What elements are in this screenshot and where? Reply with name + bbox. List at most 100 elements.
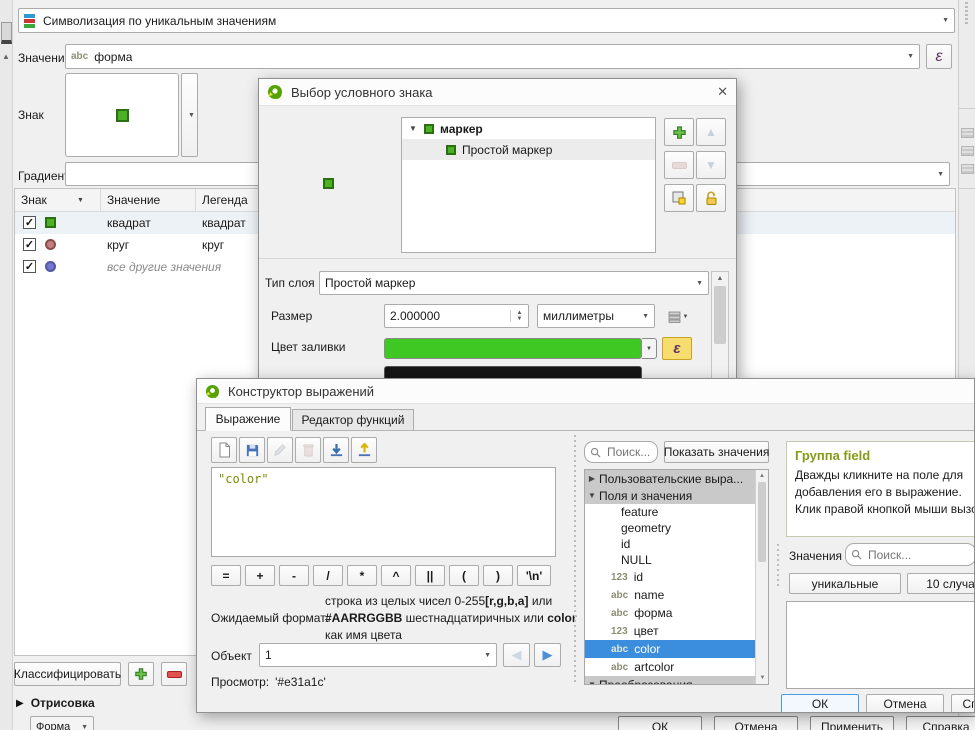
- fill-color-override-button[interactable]: ε: [662, 337, 692, 360]
- edit-expression-button[interactable]: [267, 437, 293, 463]
- operator-button[interactable]: -: [279, 565, 309, 586]
- tree-item[interactable]: geometry: [585, 520, 768, 536]
- save-expression-button[interactable]: [239, 437, 265, 463]
- close-icon[interactable]: ✕: [717, 84, 728, 100]
- render-group-header[interactable]: ▶ Отрисовка: [16, 696, 95, 710]
- fill-color-button[interactable]: [384, 338, 642, 359]
- collapsed-arrow-icon[interactable]: ▶: [585, 474, 599, 483]
- row-checkbox[interactable]: ✓: [23, 238, 36, 251]
- value-field-combo[interactable]: abc форма ▼: [65, 44, 920, 69]
- show-values-button[interactable]: Показать значения: [664, 441, 769, 463]
- expanded-arrow-icon[interactable]: ▼: [585, 491, 599, 500]
- row-checkbox[interactable]: ✓: [23, 260, 36, 273]
- symbol-tree-child[interactable]: Простой маркер: [402, 139, 655, 160]
- tree-item[interactable]: 123 цвет: [585, 622, 768, 640]
- values-list[interactable]: [786, 601, 975, 689]
- expanded-arrow-icon[interactable]: ▼: [585, 680, 599, 685]
- expression-editor[interactable]: "color": [211, 467, 556, 557]
- column-divider[interactable]: [195, 189, 196, 212]
- operator-button[interactable]: *: [347, 565, 377, 586]
- values-search-field[interactable]: [866, 547, 970, 563]
- remove-category-button[interactable]: [161, 662, 187, 686]
- column-header-value[interactable]: Значение: [107, 193, 160, 207]
- operator-button[interactable]: /: [313, 565, 343, 586]
- operator-button[interactable]: ||: [415, 565, 445, 586]
- scroll-thumb[interactable]: [758, 482, 766, 562]
- operator-button[interactable]: ): [483, 565, 513, 586]
- splitter-handle[interactable]: [777, 544, 779, 588]
- scroll-down-icon[interactable]: ▼: [756, 675, 769, 681]
- import-expressions-button[interactable]: [323, 437, 349, 463]
- next-feature-button[interactable]: ▶: [534, 643, 561, 667]
- scroll-thumb[interactable]: [714, 286, 726, 344]
- layer-type-combo[interactable]: Простой маркер ▼: [319, 271, 709, 295]
- column-header-symbol[interactable]: Знак: [21, 193, 47, 207]
- operator-button[interactable]: ^: [381, 565, 411, 586]
- properties-scrollbar[interactable]: ▲: [711, 271, 729, 379]
- remove-symbol-layer-button[interactable]: [664, 151, 694, 179]
- help-button[interactable]: Справка: [951, 694, 975, 713]
- tree-item[interactable]: abc name: [585, 586, 768, 604]
- value-expression-button[interactable]: ε: [926, 44, 952, 69]
- help-button[interactable]: Справка: [906, 716, 975, 730]
- duplicate-symbol-layer-button[interactable]: [664, 184, 694, 212]
- export-expressions-button[interactable]: [351, 437, 377, 463]
- unique-values-button[interactable]: уникальные: [789, 573, 901, 594]
- prev-feature-button[interactable]: ◀: [503, 643, 530, 667]
- values-search-input[interactable]: [845, 543, 975, 566]
- spin-arrows[interactable]: ▲ ▼: [510, 310, 528, 322]
- tree-group[interactable]: ▶ Пользовательские выра...: [585, 470, 756, 487]
- cancel-button[interactable]: Отмена: [714, 716, 798, 730]
- tab-function-editor[interactable]: Редактор функций: [292, 409, 414, 431]
- ok-button[interactable]: ОК: [618, 716, 702, 730]
- classify-button[interactable]: Классифицировать: [14, 662, 121, 686]
- column-divider[interactable]: [100, 189, 101, 212]
- operator-button[interactable]: +: [245, 565, 275, 586]
- add-symbol-layer-button[interactable]: [664, 118, 694, 146]
- tree-item[interactable]: abc artcolor: [585, 658, 768, 676]
- ok-button[interactable]: ОК: [781, 694, 859, 713]
- spin-down-icon[interactable]: ▼: [517, 316, 523, 322]
- symbol-tree-root[interactable]: ▼ маркер: [402, 118, 655, 139]
- size-spinbox[interactable]: 2.000000 ▲ ▼: [384, 304, 529, 328]
- dialog-titlebar[interactable]: Выбор условного знака ✕: [259, 79, 736, 106]
- column-header-legend[interactable]: Легенда: [202, 193, 248, 207]
- add-category-button[interactable]: [128, 662, 154, 686]
- operator-button[interactable]: (: [449, 565, 479, 586]
- feature-combo[interactable]: 1 ▼: [259, 643, 497, 667]
- move-up-button[interactable]: ▲: [696, 118, 726, 146]
- tree-item-selected[interactable]: abc color: [585, 640, 769, 658]
- dialog-titlebar[interactable]: Конструктор выражений: [197, 379, 974, 404]
- tree-item[interactable]: id: [585, 536, 768, 552]
- tab-expression[interactable]: Выражение: [205, 407, 291, 431]
- size-units-combo[interactable]: миллиметры ▼: [537, 304, 655, 328]
- renderer-type-combo[interactable]: Символизация по уникальным значениям ▼: [18, 8, 955, 33]
- scroll-up-icon[interactable]: ▲: [756, 470, 768, 479]
- scroll-up-icon[interactable]: ▲: [712, 272, 728, 282]
- tree-scrollbar[interactable]: ▲ ▼: [755, 470, 768, 684]
- sample-values-button[interactable]: 10 случайных: [907, 573, 975, 594]
- search-field[interactable]: [605, 444, 652, 460]
- tree-item[interactable]: abc форма: [585, 604, 768, 622]
- cancel-button[interactable]: Отмена: [866, 694, 944, 713]
- lock-colors-button[interactable]: [696, 184, 726, 212]
- operator-button[interactable]: '\n': [517, 565, 551, 586]
- tree-group[interactable]: ▼ Поля и значения: [585, 487, 756, 504]
- tree-item[interactable]: 123 id: [585, 568, 768, 586]
- symbol-preview-button[interactable]: [65, 73, 179, 157]
- apply-button[interactable]: Применить: [810, 716, 894, 730]
- operator-button[interactable]: =: [211, 565, 241, 586]
- expanded-arrow-icon[interactable]: ▼: [406, 124, 420, 133]
- new-expression-button[interactable]: [211, 437, 237, 463]
- size-data-defined-button[interactable]: ▼: [663, 307, 693, 327]
- shape-combo[interactable]: Форма ▼: [30, 716, 94, 730]
- fill-color-dropdown[interactable]: ▼: [642, 338, 657, 359]
- delete-expression-button[interactable]: [295, 437, 321, 463]
- symbol-dropdown-button[interactable]: ▼: [181, 73, 198, 157]
- row-checkbox[interactable]: ✓: [23, 216, 36, 229]
- tree-item[interactable]: NULL: [585, 552, 768, 568]
- splitter-handle[interactable]: [574, 435, 576, 685]
- move-down-button[interactable]: ▼: [696, 151, 726, 179]
- function-search-input[interactable]: [584, 441, 658, 463]
- tree-item[interactable]: feature: [585, 504, 768, 520]
